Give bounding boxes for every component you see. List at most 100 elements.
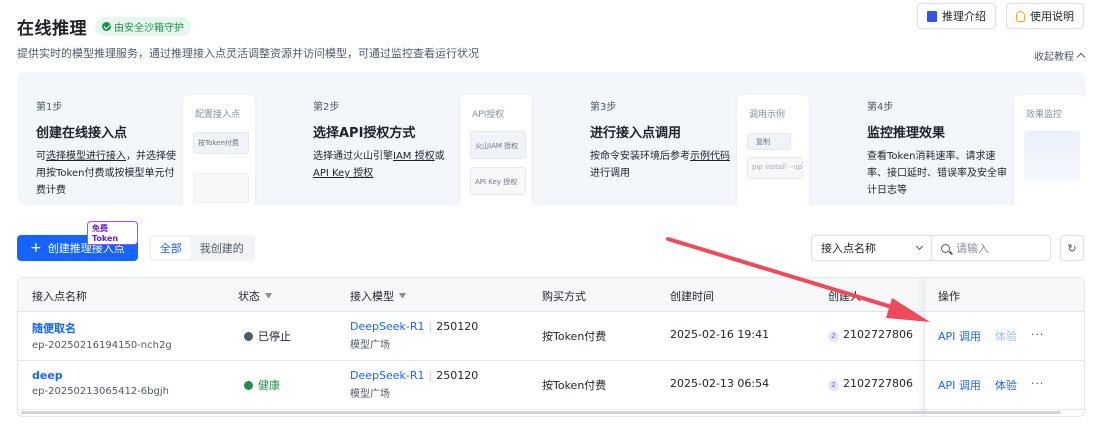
creator: 2 2102727806 xyxy=(828,377,913,391)
chevron-up-icon xyxy=(1076,52,1086,62)
api-key-auth-link[interactable]: API Key 授权 xyxy=(313,168,373,179)
sticky-actions-column xyxy=(924,278,1084,416)
step-card-4: 第4步 监控推理效果 查看Token消耗速率、请求速率、接口延时、错误率及安全审… xyxy=(848,72,1085,205)
tutorial-steps-panel: 第1步 创建在线接入点 可选择模型进行接入，并选择使用按Token付费或按模型单… xyxy=(17,72,1085,205)
search-field-select[interactable]: 接入点名称 xyxy=(812,236,932,260)
model-link[interactable]: DeepSeek-R1 xyxy=(350,369,425,382)
sample-code-link[interactable]: 示例代码 xyxy=(690,151,730,162)
step-card-3: 第3步 进行接入点调用 按命令安装环境后参考示例代码进行调用 调用示例 复制 p… xyxy=(571,72,848,205)
refresh-icon: ↻ xyxy=(1067,241,1077,255)
step-description: 查看Token消耗速率、请求速率、接口延时、错误率及安全审计日志等 xyxy=(867,151,1007,196)
page-title: 在线推理 xyxy=(17,19,87,39)
model-source: 模型广场 xyxy=(350,389,390,400)
filter-icon[interactable] xyxy=(399,293,406,299)
preview-code: pip install --up xyxy=(747,157,803,179)
preview-option: API Key 授权 xyxy=(470,167,526,195)
chevron-down-icon xyxy=(915,242,924,251)
preview-title: 调用示例 xyxy=(749,110,786,120)
step-title: 创建在线接入点 xyxy=(36,126,128,141)
collapse-tutorial-label: 收起教程 xyxy=(1034,52,1074,63)
column-header-creator: 创建人 xyxy=(828,290,861,303)
step-description: 选择通过火山引擎IAM 授权或API Key 授权 xyxy=(313,151,445,179)
step-description: 可选择模型进行接入，并选择使用按Token付费或按模型单元付费计费 xyxy=(36,151,176,196)
status-label: 健康 xyxy=(258,379,280,392)
search-field-label: 接入点名称 xyxy=(821,242,876,255)
page-subtitle: 提供实时的模型推理服务，通过推理接入点灵活调整资源并访问模型，可通过监控查看运行… xyxy=(17,47,479,60)
document-icon xyxy=(927,10,937,22)
preview-option: 火山IAM 授权 xyxy=(470,131,526,159)
search-input[interactable]: 请输入 xyxy=(932,236,1050,260)
step-description: 按命令安装环境后参考示例代码进行调用 xyxy=(590,151,730,179)
step-title: 进行接入点调用 xyxy=(590,126,682,141)
status-badge: 健康 xyxy=(244,377,280,393)
tab-all[interactable]: 全部 xyxy=(150,237,191,259)
model-source: 模型广场 xyxy=(350,340,390,351)
preview-title: 效果监控 xyxy=(1026,110,1063,120)
sandbox-badge: 由安全沙箱守护 xyxy=(95,17,191,36)
create-endpoint-button[interactable]: + 创建推理接入点 免费Token xyxy=(17,221,138,261)
column-header-name: 接入点名称 xyxy=(32,290,87,303)
step-preview: 配置接入点 按Token付费 xyxy=(183,95,255,205)
usage-guide-button[interactable]: 使用说明 xyxy=(1006,3,1084,29)
column-header-model[interactable]: 接入模型 xyxy=(350,288,406,304)
usage-guide-label: 使用说明 xyxy=(1030,10,1074,23)
stopped-icon xyxy=(244,331,253,341)
model-version: 250120 xyxy=(436,369,479,382)
step-card-1: 第1步 创建在线接入点 可选择模型进行接入，并选择使用按Token付费或按模型单… xyxy=(17,72,294,205)
step-number: 第4步 xyxy=(867,102,894,113)
preview-option: 按Token付费 xyxy=(193,132,249,154)
tab-mine[interactable]: 我创建的 xyxy=(191,237,253,259)
endpoint-table: 接入点名称 状态 接入模型 购买方式 创建时间 创建人 操作 随便取名 ep-2… xyxy=(17,277,1085,417)
column-header-billing: 购买方式 xyxy=(542,290,586,303)
endpoint-id: ep-20250213065412-6bgjh xyxy=(32,386,169,397)
created-time: 2025-02-13 06:54 xyxy=(670,377,770,390)
plus-icon: + xyxy=(30,240,42,256)
preview-title: API授权 xyxy=(472,110,505,120)
preview-chart xyxy=(1024,131,1080,181)
endpoint-name-link[interactable]: deep xyxy=(32,369,169,382)
horizontal-scrollbar[interactable] xyxy=(21,411,1061,414)
model-link[interactable]: DeepSeek-R1 xyxy=(350,320,425,333)
step-title: 选择API授权方式 xyxy=(313,126,416,141)
iam-auth-link[interactable]: IAM 授权 xyxy=(393,151,435,162)
step-title: 监控推理效果 xyxy=(867,126,946,141)
page-header: 在线推理 由安全沙箱守护 提供实时的模型推理服务，通过推理接入点灵活调整资源并访… xyxy=(17,14,479,61)
user-badge-icon: 2 xyxy=(828,331,839,342)
sandbox-badge-label: 由安全沙箱守护 xyxy=(114,23,184,34)
free-token-badge: 免费Token xyxy=(87,221,138,245)
select-model-link[interactable]: 选择模型进行接入 xyxy=(46,151,126,162)
step-number: 第1步 xyxy=(36,102,63,113)
creator-id: 2102727806 xyxy=(843,328,913,341)
billing-method: 按Token付费 xyxy=(542,379,607,392)
inference-intro-label: 推理介绍 xyxy=(942,10,986,23)
healthy-check-icon xyxy=(244,380,253,390)
status-badge: 已停止 xyxy=(244,328,291,344)
refresh-button[interactable]: ↻ xyxy=(1060,235,1084,261)
search-icon xyxy=(941,243,950,253)
filter-icon[interactable] xyxy=(265,293,272,299)
search-filter: 接入点名称 请输入 xyxy=(811,235,1051,261)
preview-copy-button: 复制 xyxy=(747,133,791,150)
column-header-created: 创建时间 xyxy=(670,290,714,303)
column-header-status[interactable]: 状态 xyxy=(238,288,272,304)
endpoint-id: ep-20250216194150-nch2g xyxy=(32,340,172,351)
step-preview: 调用示例 复制 pip install --up xyxy=(737,95,809,205)
status-label: 已停止 xyxy=(258,330,291,343)
lightbulb-icon xyxy=(1016,10,1025,22)
step-preview: API授权 火山IAM 授权 API Key 授权 xyxy=(460,95,532,205)
preview-title: 配置接入点 xyxy=(195,110,241,120)
user-badge-icon: 2 xyxy=(828,380,839,391)
creator: 2 2102727806 xyxy=(828,328,913,342)
collapse-tutorial-toggle[interactable]: 收起教程 xyxy=(1034,48,1086,63)
created-time: 2025-02-16 19:41 xyxy=(670,328,770,341)
step-preview: 效果监控 xyxy=(1014,95,1085,205)
step-number: 第2步 xyxy=(313,102,340,113)
model-version: 250120 xyxy=(436,320,479,333)
endpoint-name-link[interactable]: 随便取名 xyxy=(32,320,172,336)
inference-intro-button[interactable]: 推理介绍 xyxy=(917,3,996,29)
preview-placeholder xyxy=(193,173,249,203)
shield-check-icon xyxy=(102,22,111,31)
creator-id: 2102727806 xyxy=(843,377,913,390)
ownership-filter-tabs: 全部 我创建的 xyxy=(148,235,255,261)
search-placeholder: 请输入 xyxy=(956,242,989,255)
